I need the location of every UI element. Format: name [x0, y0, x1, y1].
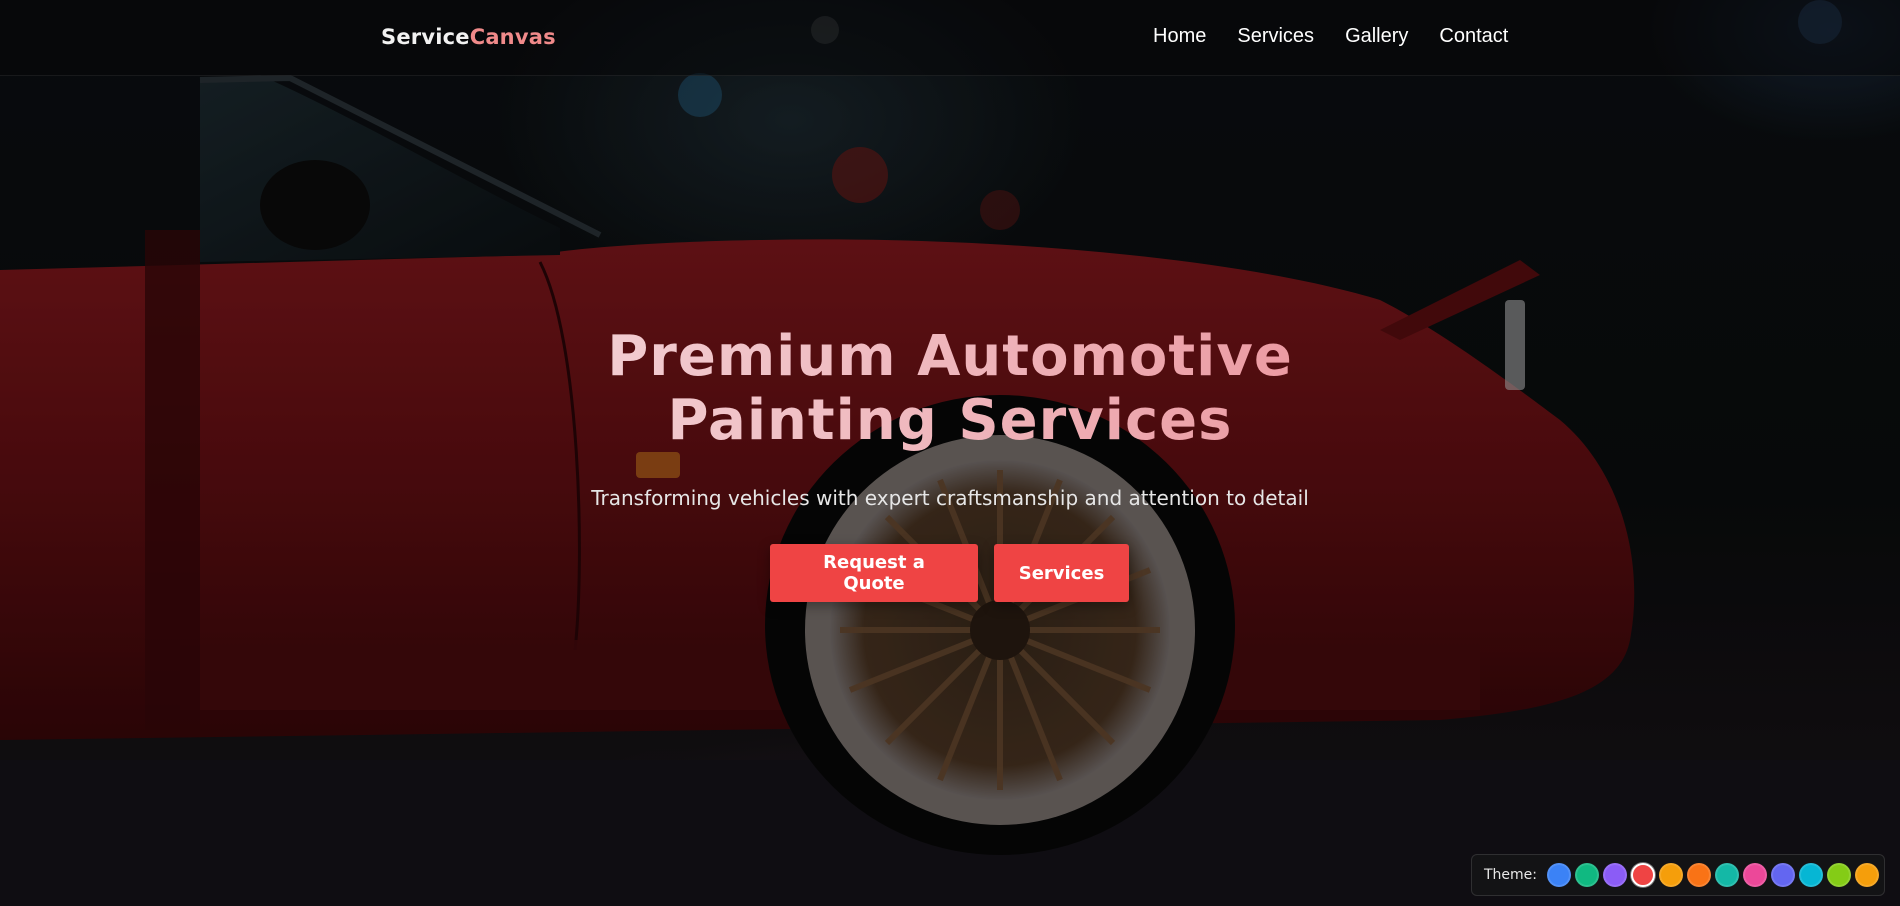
nav-links: Home Services Gallery Contact	[1153, 25, 1508, 48]
theme-switcher: Theme:	[1471, 854, 1885, 896]
theme-swatch[interactable]	[1659, 863, 1684, 887]
hero-subtitle: Transforming vehicles with expert crafts…	[591, 486, 1309, 510]
request-quote-button[interactable]: Request a Quote	[770, 544, 978, 602]
theme-swatch[interactable]	[1631, 863, 1656, 887]
hero-buttons: Request a Quote Services	[770, 544, 1129, 602]
brand-logo[interactable]: ServiceCanvas	[381, 25, 556, 49]
theme-swatch[interactable]	[1743, 863, 1768, 887]
theme-swatch[interactable]	[1799, 863, 1824, 887]
nav-link-services[interactable]: Services	[1237, 25, 1314, 48]
theme-swatch[interactable]	[1715, 863, 1740, 887]
theme-swatch[interactable]	[1687, 863, 1712, 887]
hero-title: Premium Automotive Painting Services	[450, 325, 1450, 453]
nav-link-home[interactable]: Home	[1153, 25, 1206, 48]
navbar: ServiceCanvas Home Services Gallery Cont…	[0, 0, 1900, 76]
theme-swatch[interactable]	[1575, 863, 1600, 887]
theme-swatches	[1547, 863, 1880, 887]
theme-swatch[interactable]	[1603, 863, 1628, 887]
theme-swatch[interactable]	[1771, 863, 1796, 887]
theme-label: Theme:	[1484, 867, 1538, 883]
hero-title-line-1: Premium Automotive	[607, 324, 1293, 389]
services-button[interactable]: Services	[994, 544, 1129, 602]
theme-swatch[interactable]	[1547, 863, 1572, 887]
hero-dark-overlay	[0, 0, 1900, 906]
brand-name-primary: Service	[381, 25, 470, 49]
hero-title-line-2: Painting Services	[667, 388, 1233, 453]
theme-swatch[interactable]	[1855, 863, 1880, 887]
nav-link-gallery[interactable]: Gallery	[1345, 25, 1408, 48]
brand-name-highlight: Canvas	[469, 25, 556, 49]
theme-swatch[interactable]	[1827, 863, 1852, 887]
nav-link-contact[interactable]: Contact	[1439, 25, 1508, 48]
